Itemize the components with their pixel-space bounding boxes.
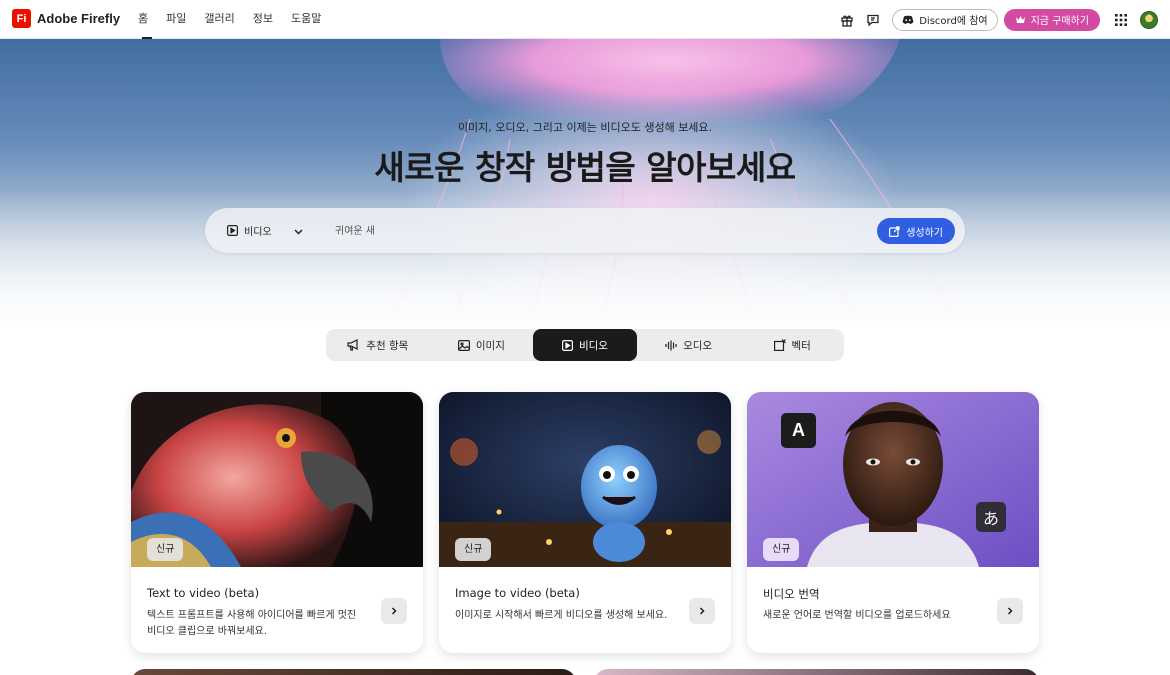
megaphone-icon <box>347 339 358 351</box>
tab-vector-label: 벡터 <box>791 339 811 352</box>
card-image-portrait: A あ 신규 <box>747 392 1039 567</box>
card-description: 새로운 언어로 번역할 비디오를 업로드하세요 <box>763 610 951 621</box>
crown-icon <box>1015 16 1025 23</box>
top-nav: Fi Adobe Firefly 홈 파일 갤러리 정보 도움말 Discord… <box>0 0 1170 39</box>
discord-join-button[interactable]: Discord에 참여 <box>892 8 998 31</box>
tab-vector[interactable]: 벡터 <box>740 329 844 361</box>
card-peek-right[interactable] <box>594 669 1039 675</box>
card-description: 이미지로 시작해서 빠르게 비디오를 생성해 보세요. <box>455 610 668 621</box>
firefly-logo-mark: Fi <box>12 9 31 28</box>
video-icon <box>227 224 238 236</box>
chevron-down-icon[interactable] <box>293 222 304 241</box>
chevron-right-icon[interactable] <box>997 598 1023 624</box>
card-title: 비디오 번역 <box>763 587 820 601</box>
hero-banner: 이미지, 오디오, 그리고 이제는 비디오도 생성해 보세요. 새로운 창작 방… <box>0 39 1170 329</box>
gift-icon[interactable] <box>834 7 860 33</box>
buy-now-button[interactable]: 지금 구매하기 <box>1003 8 1100 31</box>
buy-now-label: 지금 구매하기 <box>1030 16 1089 27</box>
tab-video[interactable]: 비디오 <box>533 329 637 361</box>
generate-button[interactable]: 생성하기 <box>877 218 955 244</box>
tab-image-label: 이미지 <box>475 339 505 352</box>
card-image-monster: 신규 <box>439 392 731 567</box>
card-peek-left[interactable] <box>131 669 576 675</box>
adobe-firefly-logo[interactable]: Fi Adobe Firefly <box>12 9 120 28</box>
discord-join-label: Discord에 참여 <box>919 16 988 27</box>
nav-link-home[interactable]: 홈 <box>137 0 157 39</box>
nav-link-about[interactable]: 정보 <box>244 0 282 39</box>
new-badge: 신규 <box>763 538 800 561</box>
card-image-parrot: 신규 <box>131 392 423 567</box>
letter-a-japanese-bubble: あ <box>976 502 1006 532</box>
tab-audio[interactable]: 오디오 <box>637 329 741 361</box>
new-badge: 신규 <box>455 538 492 561</box>
nav-actions: Discord에 참여 지금 구매하기 <box>834 0 1158 39</box>
card-title: Text to video (beta) <box>147 586 260 600</box>
card-description: 텍스트 프롬프트를 사용해 아이디어를 빠르게 멋진 비디오 클립으로 바꿔보세… <box>147 610 357 637</box>
discord-icon <box>902 15 914 24</box>
brand-name: Adobe Firefly <box>37 11 121 26</box>
user-avatar[interactable] <box>1140 10 1158 29</box>
tab-featured[interactable]: 추천 항목 <box>326 329 430 361</box>
prompt-input[interactable] <box>335 222 855 240</box>
vector-icon <box>773 339 786 351</box>
video-icon <box>561 339 573 351</box>
audio-wave-icon <box>665 340 677 350</box>
card-image-to-video[interactable]: 신규 Image to video (beta) 이미지로 시작해서 빠르게 비… <box>439 392 731 653</box>
tab-audio-label: 오디오 <box>683 339 713 352</box>
card-title: Image to video (beta) <box>455 586 580 600</box>
hero-subtitle: 이미지, 오디오, 그리고 이제는 비디오도 생성해 보세요. <box>457 121 713 134</box>
target-language-glyph: あ <box>982 509 999 528</box>
chevron-right-icon[interactable] <box>381 598 407 624</box>
nav-link-gallery[interactable]: 갤러리 <box>195 0 243 39</box>
letter-a-bubble: A <box>781 413 816 448</box>
tab-featured-label: 추천 항목 <box>366 339 409 352</box>
category-tabs: 추천 항목 이미지 비디오 오디오 벡터 <box>326 329 844 361</box>
tab-video-label: 비디오 <box>578 339 608 352</box>
image-icon <box>457 339 470 351</box>
app-grid-icon[interactable] <box>1108 7 1134 33</box>
hero-title: 새로운 창작 방법을 알아보세요 <box>374 148 796 187</box>
nav-link-help[interactable]: 도움말 <box>282 0 330 39</box>
nav-links: 홈 파일 갤러리 정보 도움말 <box>137 0 330 39</box>
card-text-to-video[interactable]: 신규 Text to video (beta) 텍스트 프롬프트를 사용해 아이… <box>131 392 423 653</box>
generate-icon <box>889 225 900 237</box>
source-language-glyph: A <box>792 420 805 440</box>
new-badge: 신규 <box>147 538 184 561</box>
tab-image[interactable]: 이미지 <box>430 329 534 361</box>
nav-link-files[interactable]: 파일 <box>157 0 195 39</box>
feedback-icon[interactable] <box>860 7 886 33</box>
card-video-translation[interactable]: A あ 신규 비디오 번역 새로운 언어로 번역할 비디오를 업로드하세요 <box>747 392 1039 653</box>
chevron-right-icon[interactable] <box>689 598 715 624</box>
prompt-bar: 비디오 생성하기 <box>205 208 965 253</box>
mode-select-label: 비디오 <box>244 226 272 238</box>
generate-label: 생성하기 <box>906 227 943 239</box>
